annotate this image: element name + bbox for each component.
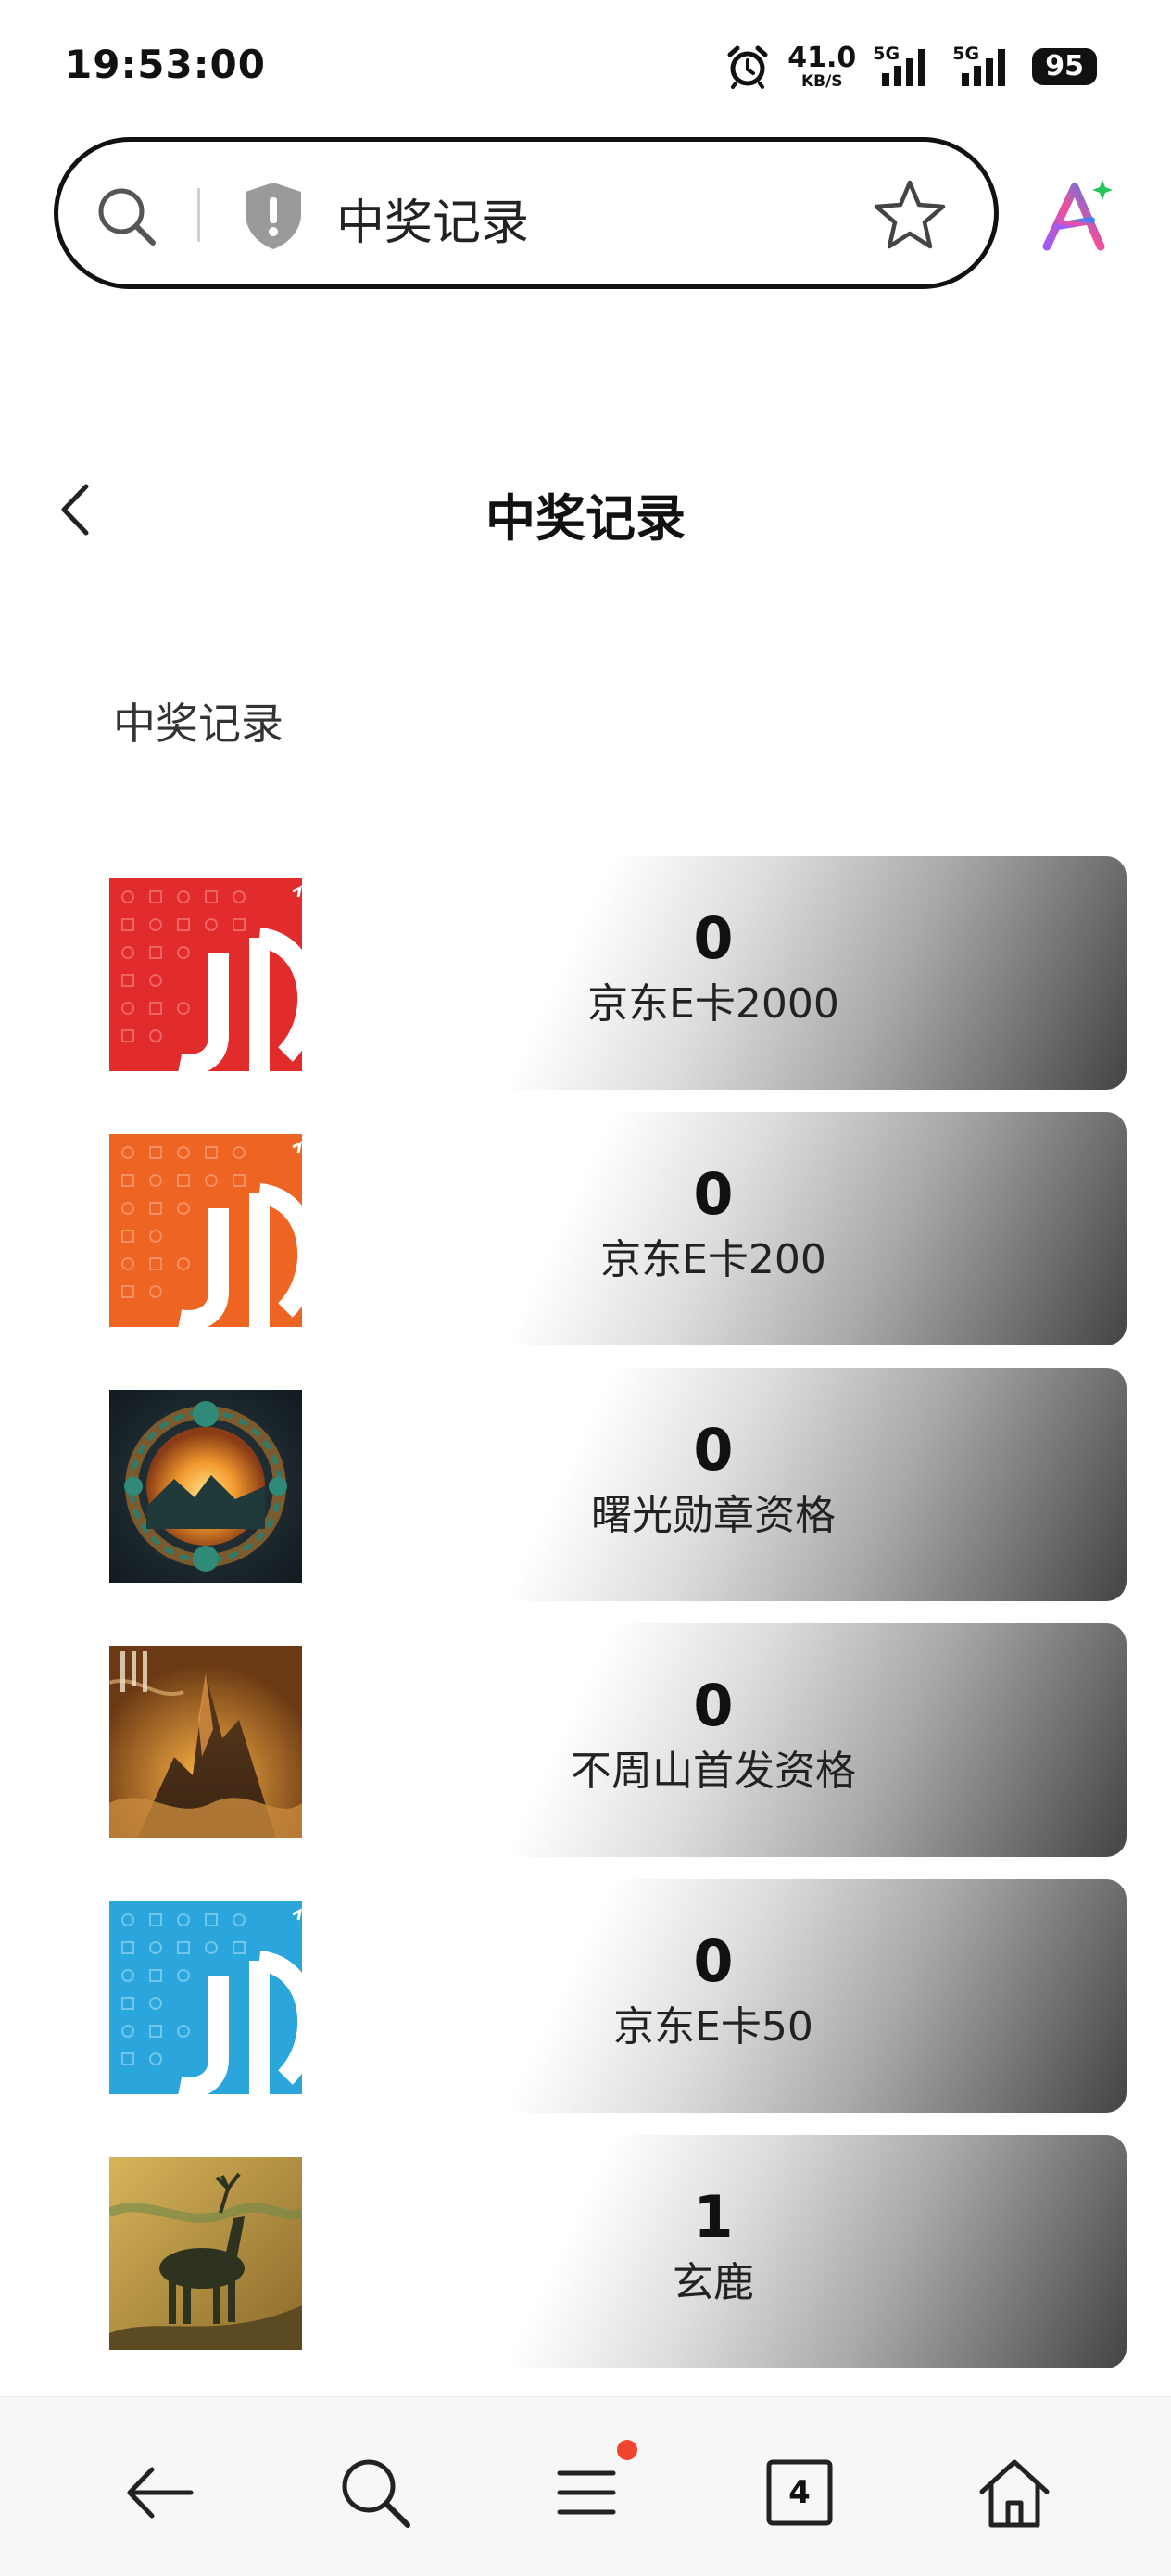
network-speed: 41.0 KB/S bbox=[787, 44, 856, 90]
prize-name: 京东E卡2000 bbox=[587, 980, 839, 1028]
prize-row[interactable]: 0 曙光勋章资格 bbox=[0, 1368, 1171, 1601]
shield-alert-icon[interactable] bbox=[240, 179, 307, 251]
prize-name: 不周山首发资格 bbox=[571, 1748, 856, 1795]
prize-image-jd-card-red bbox=[109, 878, 302, 1071]
prize-card bbox=[417, 2135, 1127, 2368]
section-title: 中奖记录 bbox=[113, 699, 283, 749]
status-time: 19:53:00 bbox=[65, 42, 266, 87]
battery-indicator: 95 bbox=[1032, 48, 1097, 85]
nav-tabs-button[interactable]: 4 bbox=[758, 2451, 841, 2534]
prize-card bbox=[417, 1368, 1127, 1601]
prize-image-sunrise-medal-art bbox=[109, 1390, 302, 1583]
prize-count: 0 bbox=[693, 1416, 734, 1484]
prize-count: 1 bbox=[693, 2183, 734, 2251]
network-speed-value: 41.0 bbox=[787, 41, 857, 74]
nav-search-button[interactable] bbox=[334, 2451, 417, 2534]
prize-card bbox=[417, 1112, 1127, 1345]
prize-card bbox=[417, 1623, 1127, 1857]
prize-name: 京东E卡200 bbox=[600, 1236, 826, 1283]
prize-count: 0 bbox=[693, 1927, 734, 1995]
alarm-icon bbox=[727, 45, 768, 89]
prize-name: 京东E卡50 bbox=[613, 2003, 813, 2051]
prize-row[interactable]: 1 玄鹿 bbox=[0, 2135, 1171, 2368]
prize-row[interactable]: 0 京东E卡50 bbox=[0, 1879, 1171, 2113]
prize-name: 曙光勋章资格 bbox=[591, 1492, 836, 1539]
prize-count: 0 bbox=[693, 1160, 734, 1228]
nav-back-button[interactable] bbox=[119, 2451, 202, 2534]
prize-card bbox=[417, 856, 1127, 1090]
prize-row[interactable]: 0 不周山首发资格 bbox=[0, 1623, 1171, 1857]
status-indicators: 41.0 KB/S 5G 5G 95 bbox=[724, 41, 1097, 93]
bottom-nav: 4 bbox=[0, 2396, 1171, 2576]
back-arrow-icon bbox=[127, 2467, 194, 2519]
nav-home-button[interactable] bbox=[973, 2451, 1056, 2534]
prize-count: 0 bbox=[693, 904, 734, 972]
prize-name: 玄鹿 bbox=[673, 2259, 754, 2306]
signal-5g-1-icon: 5G bbox=[873, 44, 936, 90]
home-icon bbox=[979, 2459, 1050, 2528]
prize-image-black-deer-art bbox=[109, 2157, 302, 2350]
prize-count: 0 bbox=[693, 1672, 734, 1739]
prize-row[interactable]: 0 京东E卡2000 bbox=[0, 856, 1171, 1090]
prize-card bbox=[417, 1879, 1127, 2113]
menu-icon bbox=[557, 2470, 616, 2515]
address-bar-divider bbox=[197, 188, 200, 242]
prize-image-jd-card-blue bbox=[109, 1901, 302, 2094]
network-speed-unit: KB/S bbox=[800, 71, 843, 91]
tab-count: 4 bbox=[788, 2474, 811, 2511]
page-title: 中奖记录 bbox=[485, 489, 686, 548]
star-icon[interactable] bbox=[872, 177, 948, 253]
search-icon[interactable] bbox=[94, 183, 158, 248]
prize-image-jd-card-orange bbox=[109, 1134, 302, 1327]
address-bar[interactable]: 中奖记录 bbox=[54, 137, 999, 289]
signal-5g-2-icon: 5G bbox=[952, 44, 1015, 90]
notification-dot bbox=[617, 2440, 637, 2460]
prize-row[interactable]: 0 京东E卡200 bbox=[0, 1112, 1171, 1345]
search-icon bbox=[342, 2459, 410, 2528]
ai-assistant-icon[interactable] bbox=[1039, 176, 1117, 254]
prize-image-buzhou-mountain-art bbox=[109, 1646, 302, 1838]
nav-menu-button[interactable] bbox=[545, 2440, 637, 2534]
browser-page: 19:53:00 41.0 KB/S 5G 5G 95 中奖记录 中奖记录 中奖… bbox=[0, 0, 1171, 2576]
address-text[interactable]: 中奖记录 bbox=[336, 183, 529, 253]
status-bar: 19:53:00 41.0 KB/S 5G 5G 95 bbox=[0, 0, 1171, 130]
